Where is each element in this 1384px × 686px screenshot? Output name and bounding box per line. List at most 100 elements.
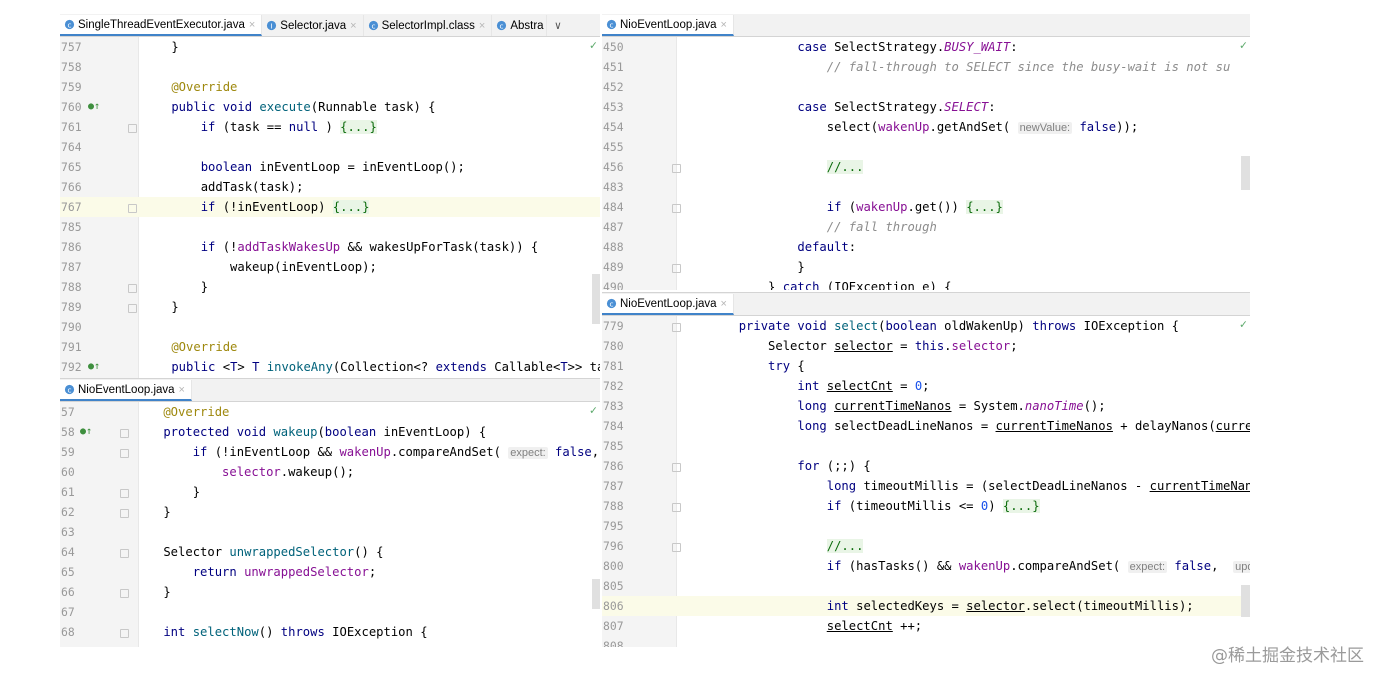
code-line[interactable]: 786 for (;;) { — [602, 456, 1250, 476]
close-icon[interactable]: × — [350, 20, 356, 32]
tab-overflow-chevron-icon[interactable]: ∨ — [551, 15, 566, 36]
code-line[interactable]: 450 case SelectStrategy.BUSY_WAIT: — [602, 37, 1250, 57]
code-line[interactable]: 796 //... — [602, 536, 1250, 556]
scrollbar[interactable] — [592, 579, 600, 609]
tab-nio-event-loop[interactable]: c NioEventLoop.java × — [602, 294, 734, 315]
code-line[interactable]: 452 — [602, 77, 1250, 97]
fold-icon[interactable] — [120, 589, 129, 598]
close-icon[interactable]: × — [721, 19, 727, 31]
fold-icon[interactable] — [128, 124, 137, 133]
override-gutter-icon[interactable]: ●↑ — [88, 97, 108, 117]
code-line[interactable]: 62 } — [60, 502, 600, 522]
code-line[interactable]: 456 //... — [602, 157, 1250, 177]
code-line[interactable]: 766 addTask(task); — [60, 177, 600, 197]
code-line[interactable]: 795 — [602, 516, 1250, 536]
line-number: 806 — [603, 599, 624, 613]
close-icon[interactable]: × — [249, 19, 255, 31]
code-line[interactable]: 807 selectCnt ++; — [602, 616, 1250, 636]
code-line[interactable]: 800 if (hasTasks() && wakenUp.compareAnd… — [602, 556, 1250, 576]
close-icon[interactable]: × — [179, 384, 185, 396]
code-area[interactable]: 57 @Override 58 ●↑ protected void wakeup(b… — [60, 402, 600, 642]
code-line[interactable]: 781 try { — [602, 356, 1250, 376]
code-token: SelectStrategy. — [834, 40, 945, 54]
code-line[interactable]: 764 — [60, 137, 600, 157]
code-line[interactable]: 761 if (task == null ) {...} — [60, 117, 600, 137]
code-line[interactable]: 759 @Override — [60, 77, 600, 97]
code-line[interactable]: 451 // fall-through to SELECT since the … — [602, 57, 1250, 77]
scrollbar[interactable] — [592, 274, 600, 324]
scrollbar[interactable] — [1241, 156, 1250, 190]
code-line[interactable]: 59 if (!inEventLoop && wakenUp.compareAn… — [60, 442, 600, 462]
code-line[interactable]: 65 return unwrappedSelector; — [60, 562, 600, 582]
code-text: int selectedKeys = selector.select(timeo… — [680, 596, 1194, 616]
code-line[interactable]: 782 int selectCnt = 0; — [602, 376, 1250, 396]
code-line[interactable]: 765 boolean inEventLoop = inEventLoop(); — [60, 157, 600, 177]
code-line[interactable]: 785 — [602, 436, 1250, 456]
code-line[interactable]: 787 long timeoutMillis = (selectDeadLine… — [602, 476, 1250, 496]
close-icon[interactable]: × — [721, 298, 727, 310]
fold-icon[interactable] — [120, 549, 129, 558]
fold-icon[interactable] — [120, 429, 129, 438]
code-line[interactable]: 789 } — [60, 297, 600, 317]
code-line[interactable]: 758 — [60, 57, 600, 77]
close-icon[interactable]: × — [479, 20, 485, 32]
code-line[interactable]: 68 int selectNow() throws IOException { — [60, 622, 600, 642]
code-line[interactable]: 805 — [602, 576, 1250, 596]
fold-icon[interactable] — [128, 304, 137, 313]
code-line[interactable]: 808 — [602, 636, 1250, 647]
code-line[interactable]: 455 — [602, 137, 1250, 157]
code-line[interactable]: 453 case SelectStrategy.SELECT: — [602, 97, 1250, 117]
code-line[interactable]: 784 long selectDeadLineNanos = currentTi… — [602, 416, 1250, 436]
fold-icon[interactable] — [120, 449, 129, 458]
code-line[interactable]: 63 — [60, 522, 600, 542]
code-line[interactable]: 785 — [60, 217, 600, 237]
fold-icon[interactable] — [120, 509, 129, 518]
code-line[interactable]: 454 select(wakenUp.getAndSet( newValue: … — [602, 117, 1250, 137]
code-line[interactable]: 67 — [60, 602, 600, 622]
fold-icon[interactable] — [128, 204, 137, 213]
code-line[interactable]: 61 } — [60, 482, 600, 502]
code-line[interactable]: 760 ●↑ public void execute(Runnable task)… — [60, 97, 600, 117]
code-line[interactable]: 488 default: — [602, 237, 1250, 257]
tab-nio-event-loop[interactable]: c NioEventLoop.java × — [602, 15, 734, 36]
scrollbar[interactable] — [1241, 585, 1250, 617]
code-line[interactable]: 489 } — [602, 257, 1250, 277]
code-line[interactable]: 60 selector.wakeup(); — [60, 462, 600, 482]
code-area[interactable]: 779 private void select(boolean oldWaken… — [602, 316, 1250, 647]
code-line[interactable]: 786 if (!addTaskWakesUp && wakesUpForTas… — [60, 237, 600, 257]
code-text: int selectNow() throws IOException { — [134, 622, 427, 642]
code-line[interactable]: 791 @Override — [60, 337, 600, 357]
code-line[interactable]: 788 } — [60, 277, 600, 297]
code-line[interactable]: 780 Selector selector = this.selector; — [602, 336, 1250, 356]
code-line[interactable]: 490 } catch (IOException e) { — [602, 277, 1250, 290]
fold-icon[interactable] — [120, 489, 129, 498]
code-line[interactable]: 64 Selector unwrappedSelector() { — [60, 542, 600, 562]
code-line[interactable]: 767 if (!inEventLoop) {...} — [60, 197, 600, 217]
code-line[interactable]: 792 ●↑ public <T> T invokeAny(Collection<… — [60, 357, 600, 377]
tab-selector-impl[interactable]: c SelectorImpl.class × — [364, 15, 493, 36]
code-line[interactable]: 788 if (timeoutMillis <= 0) {...} — [602, 496, 1250, 516]
code-token: (Runnable task) { — [310, 100, 436, 114]
code-line[interactable]: 57 @Override — [60, 402, 600, 422]
code-line[interactable]: 487 // fall through — [602, 217, 1250, 237]
tab-nio-event-loop[interactable]: c NioEventLoop.java × — [60, 380, 192, 401]
code-line[interactable]: 66 } — [60, 582, 600, 602]
fold-icon[interactable] — [128, 284, 137, 293]
code-line[interactable]: 779 private void select(boolean oldWaken… — [602, 316, 1250, 336]
code-line[interactable]: 483 — [602, 177, 1250, 197]
tab-selector[interactable]: I Selector.java × — [262, 15, 364, 36]
code-line[interactable]: 787 wakeup(inEventLoop); — [60, 257, 600, 277]
code-line[interactable]: 58 ●↑ protected void wakeup(boolean inEve… — [60, 422, 600, 442]
code-area[interactable]: 757 } 758 759 @Override 760 ●↑ public void e… — [60, 37, 600, 377]
fold-icon[interactable] — [120, 629, 129, 638]
override-gutter-icon[interactable]: ●↑ — [88, 357, 108, 377]
code-area[interactable]: 450 case SelectStrategy.BUSY_WAIT: 451 //… — [602, 37, 1250, 290]
tab-single-thread-event-executor[interactable]: c SingleThreadEventExecutor.java × — [60, 15, 263, 36]
code-line[interactable]: 783 long currentTimeNanos = System.nanoT… — [602, 396, 1250, 416]
code-line[interactable]: 806 int selectedKeys = selector.select(t… — [602, 596, 1250, 616]
override-gutter-icon[interactable]: ●↑ — [80, 422, 100, 442]
code-line[interactable]: 484 if (wakenUp.get()) {...} — [602, 197, 1250, 217]
code-line[interactable]: 790 — [60, 317, 600, 337]
code-line[interactable]: 757 } — [60, 37, 600, 57]
tab-abstract[interactable]: c Abstra — [492, 15, 547, 36]
